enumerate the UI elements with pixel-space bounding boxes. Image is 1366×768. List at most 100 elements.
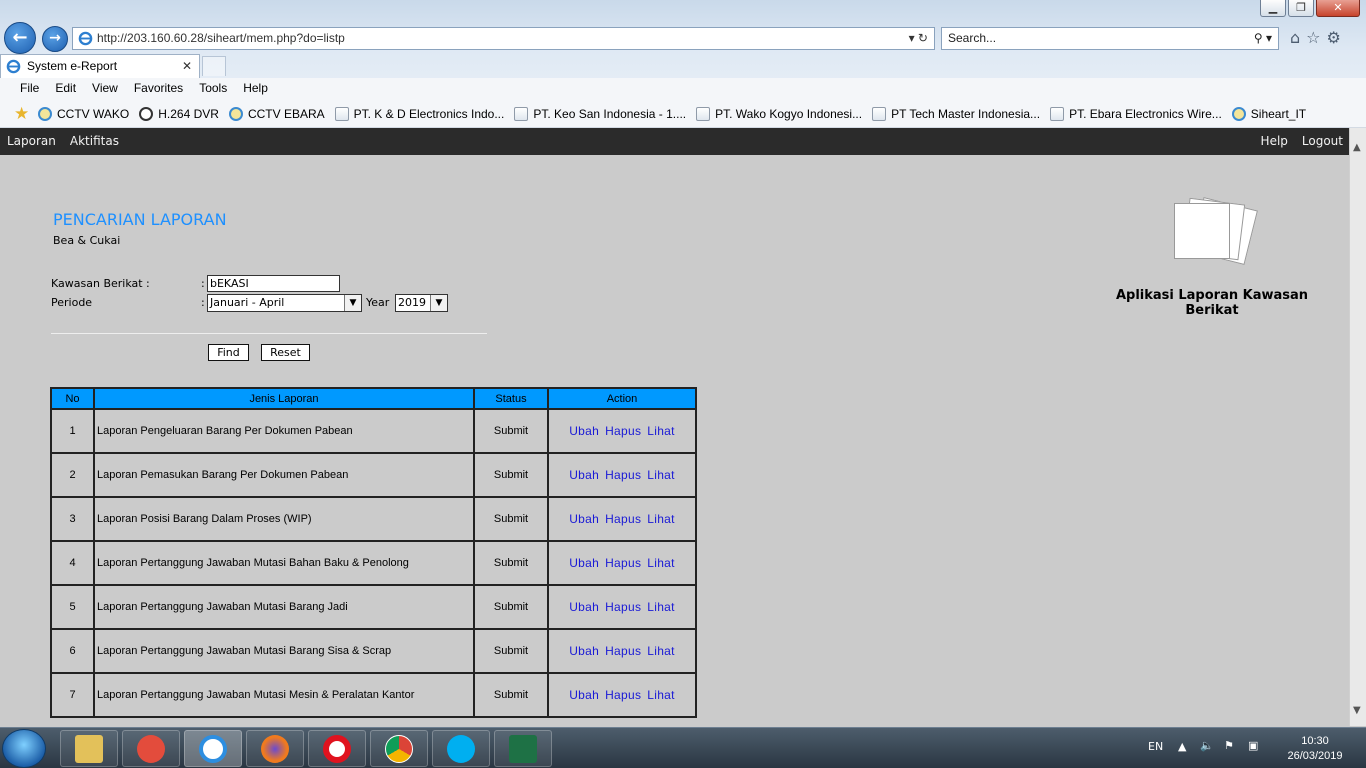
- scroll-up-icon[interactable]: ▲: [1353, 142, 1361, 153]
- menu-favorites[interactable]: Favorites: [126, 78, 191, 100]
- menu-view[interactable]: View: [84, 78, 126, 100]
- search-box[interactable]: Search... ⚲ ▾: [941, 27, 1279, 50]
- kawasan-input[interactable]: bEKASI: [207, 275, 340, 292]
- table-row: 6 Laporan Pertanggung Jawaban Mutasi Bara…: [50, 628, 697, 674]
- back-button[interactable]: ←: [4, 22, 36, 54]
- menu-help[interactable]: Help: [235, 78, 276, 100]
- cell-status: Submit: [473, 452, 549, 498]
- cell-jenis: Laporan Pertanggung Jawaban Mutasi Baran…: [93, 628, 475, 674]
- report-table: No Jenis Laporan Status Action 1 Laporan …: [50, 387, 697, 718]
- taskbar-internet-explorer[interactable]: [184, 730, 242, 767]
- table-row: 5 Laporan Pertanggung Jawaban Mutasi Bara…: [50, 584, 697, 630]
- col-status: Status: [473, 387, 549, 410]
- menu-edit[interactable]: Edit: [47, 78, 84, 100]
- favorite-link[interactable]: PT. Wako Kogyo Indonesi...: [696, 106, 862, 121]
- cell-action: Ubah Hapus Lihat: [547, 408, 697, 454]
- lihat-link[interactable]: Lihat: [647, 468, 675, 482]
- excel-icon: [509, 734, 537, 763]
- ie-icon: [38, 106, 52, 121]
- cell-no: 3: [50, 496, 95, 542]
- tab-title: System e-Report: [27, 59, 118, 73]
- hapus-link[interactable]: Hapus: [605, 644, 641, 658]
- favorite-link[interactable]: CCTV WAKO: [38, 106, 129, 121]
- clock-time: 10:30: [1301, 735, 1329, 747]
- page-icon: [1050, 106, 1065, 121]
- nav-laporan[interactable]: Laporan: [7, 128, 56, 155]
- favorite-link[interactable]: PT Tech Master Indonesia...: [872, 106, 1040, 121]
- find-button[interactable]: Find: [208, 344, 249, 361]
- close-tab-icon[interactable]: ✕: [182, 55, 192, 77]
- vertical-scrollbar[interactable]: ▲ ▼: [1349, 128, 1366, 726]
- taskbar-chrome[interactable]: [370, 730, 428, 767]
- favorites-star-icon[interactable]: ★: [14, 104, 32, 123]
- scroll-down-icon[interactable]: ▼: [1353, 705, 1361, 716]
- page-content: PENCARIAN LAPORAN Bea & Cukai Kawasan Be…: [0, 155, 1349, 727]
- nav-help[interactable]: Help: [1261, 128, 1288, 155]
- hapus-link[interactable]: Hapus: [605, 688, 641, 702]
- taskbar-chat-app[interactable]: [122, 730, 180, 767]
- clock[interactable]: 10:30 26/03/2019: [1280, 734, 1350, 764]
- ubah-link[interactable]: Ubah: [569, 468, 599, 482]
- favorites-star-icon[interactable]: ☆: [1306, 28, 1320, 47]
- camera-icon: [139, 106, 154, 121]
- favorite-link[interactable]: H.264 DVR: [139, 106, 219, 121]
- ubah-link[interactable]: Ubah: [569, 512, 599, 526]
- ie-icon: [6, 59, 21, 74]
- lihat-link[interactable]: Lihat: [647, 688, 675, 702]
- maximize-button[interactable]: ❐: [1288, 0, 1314, 17]
- gear-icon[interactable]: ⚙: [1327, 28, 1341, 47]
- hapus-link[interactable]: Hapus: [605, 556, 641, 570]
- minimize-button[interactable]: ▁: [1260, 0, 1286, 17]
- favorite-link[interactable]: PT. Ebara Electronics Wire...: [1050, 106, 1222, 121]
- favorite-link[interactable]: CCTV EBARA: [228, 106, 325, 121]
- favorite-link[interactable]: PT. K & D Electronics Indo...: [334, 106, 504, 121]
- home-icon[interactable]: ⌂: [1290, 28, 1300, 47]
- language-indicator[interactable]: EN: [1148, 740, 1163, 753]
- ubah-link[interactable]: Ubah: [569, 556, 599, 570]
- lihat-link[interactable]: Lihat: [647, 424, 675, 438]
- nav-aktifitas[interactable]: Aktifitas: [70, 128, 119, 155]
- chevron-down-icon: ▼: [430, 295, 447, 311]
- flag-icon[interactable]: ⚑: [1224, 739, 1234, 752]
- ubah-link[interactable]: Ubah: [569, 424, 599, 438]
- tab-system-ereport[interactable]: System e-Report ✕: [0, 54, 200, 78]
- search-icon[interactable]: ⚲ ▾: [1254, 28, 1272, 49]
- address-bar[interactable]: http://203.160.60.28/siheart/mem.php?do=…: [72, 27, 935, 50]
- cell-action: Ubah Hapus Lihat: [547, 672, 697, 718]
- hapus-link[interactable]: Hapus: [605, 468, 641, 482]
- ubah-link[interactable]: Ubah: [569, 600, 599, 614]
- reset-button[interactable]: Reset: [261, 344, 310, 361]
- favorite-link[interactable]: Siheart_IT: [1231, 106, 1306, 121]
- taskbar-file-explorer[interactable]: [60, 730, 118, 767]
- menu-file[interactable]: File: [12, 78, 47, 100]
- new-tab-button[interactable]: [202, 56, 226, 76]
- refresh-icon[interactable]: ▾ ↻: [909, 28, 928, 49]
- cell-action: Ubah Hapus Lihat: [547, 496, 697, 542]
- favorite-link[interactable]: PT. Keo San Indonesia - 1....: [514, 106, 686, 121]
- periode-select[interactable]: Januari - April ▼: [207, 294, 362, 312]
- hapus-link[interactable]: Hapus: [605, 600, 641, 614]
- volume-icon[interactable]: 🔈: [1200, 739, 1214, 752]
- tray-arrow-icon[interactable]: ▲: [1178, 740, 1186, 753]
- nav-logout[interactable]: Logout: [1302, 128, 1343, 155]
- lihat-link[interactable]: Lihat: [647, 512, 675, 526]
- taskbar-skype[interactable]: [432, 730, 490, 767]
- lihat-link[interactable]: Lihat: [647, 644, 675, 658]
- hapus-link[interactable]: Hapus: [605, 424, 641, 438]
- start-button[interactable]: [2, 729, 46, 768]
- menu-tools[interactable]: Tools: [191, 78, 235, 100]
- taskbar-opera[interactable]: [308, 730, 366, 767]
- lihat-link[interactable]: Lihat: [647, 600, 675, 614]
- skype-icon: [447, 734, 475, 763]
- taskbar-excel[interactable]: [494, 730, 552, 767]
- page-icon: [872, 106, 887, 121]
- forward-button[interactable]: →: [42, 26, 68, 52]
- network-icon[interactable]: ▣: [1248, 739, 1258, 752]
- year-select[interactable]: 2019 ▼: [395, 294, 448, 312]
- taskbar-firefox[interactable]: [246, 730, 304, 767]
- hapus-link[interactable]: Hapus: [605, 512, 641, 526]
- lihat-link[interactable]: Lihat: [647, 556, 675, 570]
- ubah-link[interactable]: Ubah: [569, 688, 599, 702]
- close-window-button[interactable]: ✕: [1316, 0, 1360, 17]
- ubah-link[interactable]: Ubah: [569, 644, 599, 658]
